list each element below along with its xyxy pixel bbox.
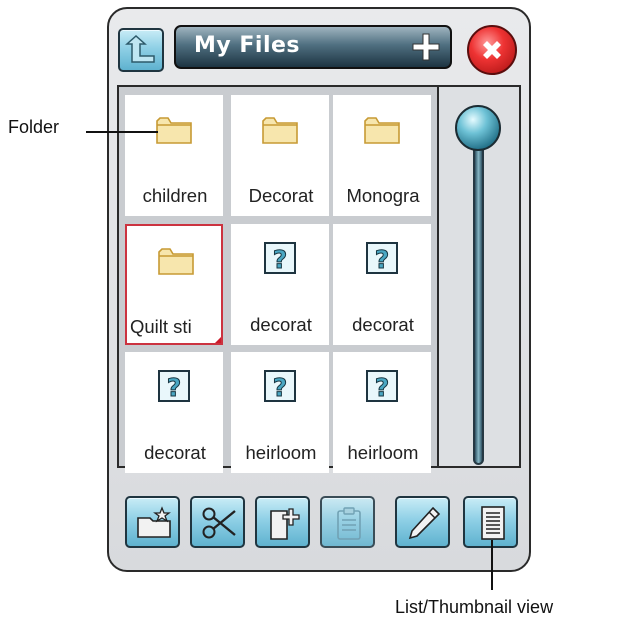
file-item[interactable]: ? heirloom: [333, 352, 431, 473]
unknown-file-icon: ?: [264, 370, 296, 403]
scroll-track[interactable]: [473, 131, 484, 465]
file-name: heirloom: [245, 442, 317, 463]
clipboard-icon: [337, 507, 361, 540]
new-folder-icon: [137, 506, 171, 538]
file-name: children: [142, 185, 208, 206]
folder-callout-line: [86, 131, 158, 133]
unknown-file-icon: ?: [264, 242, 296, 275]
pencil-icon: [408, 506, 441, 540]
selection-corner-marker: [215, 337, 221, 343]
file-item[interactable]: ? heirloom: [231, 352, 329, 473]
close-icon: [483, 41, 501, 59]
file-name: decorat: [352, 314, 414, 335]
window-title: My Files: [194, 33, 301, 58]
folder-item[interactable]: Monogra: [333, 95, 431, 216]
scissors-icon: [202, 507, 236, 539]
folder-item[interactable]: Quilt sti: [125, 224, 223, 345]
new-file-icon: [270, 508, 300, 540]
list-view-callout-line: [491, 540, 493, 590]
svg-text:?: ?: [375, 245, 390, 274]
rename-button[interactable]: [395, 496, 450, 548]
unknown-file-icon: ?: [366, 370, 398, 403]
title-bar: My Files: [174, 25, 452, 69]
list-view-callout: List/Thumbnail view: [395, 597, 554, 617]
file-item[interactable]: ? decorat: [231, 224, 329, 345]
file-name: decorat: [250, 314, 312, 335]
scrollbar[interactable]: [439, 85, 521, 468]
file-name: Quilt sti: [130, 316, 192, 337]
folder-item[interactable]: Decorat: [231, 95, 329, 216]
new-folder-button[interactable]: [125, 496, 180, 548]
svg-text:?: ?: [273, 373, 288, 402]
new-file-button[interactable]: [255, 496, 310, 548]
folder-icon: [262, 117, 298, 144]
folder-item[interactable]: children: [125, 95, 223, 216]
parent-folder-button[interactable]: [118, 28, 164, 72]
scroll-thumb[interactable]: [455, 105, 501, 151]
folder-icon: [158, 248, 194, 275]
file-name: decorat: [144, 442, 206, 463]
file-item[interactable]: ? decorat: [333, 224, 431, 345]
cut-button[interactable]: [190, 496, 245, 548]
folder-icon: [156, 117, 192, 144]
svg-text:?: ?: [375, 373, 390, 402]
paste-button[interactable]: [320, 496, 375, 548]
file-name: Decorat: [248, 185, 314, 206]
up-arrow-icon: [125, 34, 155, 63]
unknown-file-icon: ?: [366, 242, 398, 275]
file-item[interactable]: ? decorat: [125, 352, 223, 473]
plus-icon[interactable]: [410, 31, 442, 63]
folder-callout: Folder: [8, 117, 60, 137]
folder-icon: [364, 117, 400, 144]
close-button[interactable]: [467, 25, 517, 75]
list-view-icon: [481, 506, 505, 540]
file-name: heirloom: [347, 442, 419, 463]
svg-text:?: ?: [273, 245, 288, 274]
svg-text:?: ?: [167, 373, 182, 402]
file-name: Monogra: [346, 185, 420, 206]
unknown-file-icon: ?: [158, 370, 190, 403]
